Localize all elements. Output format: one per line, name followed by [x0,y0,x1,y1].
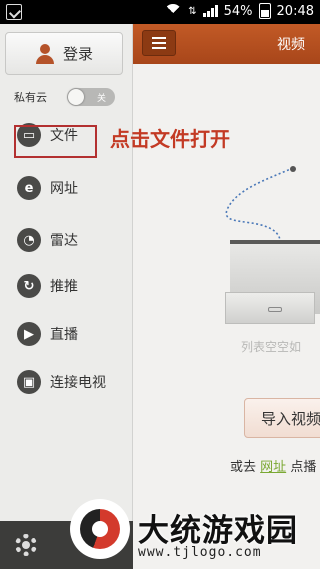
radar-icon: ◔ [17,228,41,252]
sidebar-item-live[interactable]: ▶ 直播 [0,314,133,354]
tutorial-annotation: 点击文件打开 [110,127,230,151]
push-icon: ↻ [17,274,41,298]
private-cloud-label: 私有云 [14,91,47,104]
import-video-label: 导入视频 [261,409,320,428]
toggle-knob [68,89,84,105]
watermark-url: www.tjlogo.com [138,545,262,560]
watermark-logo-icon [70,499,130,559]
wifi-icon [164,4,182,18]
status-bar-right: ⇅ 54% 20:48 [164,3,314,19]
sidebar-item-label: 连接电视 [50,375,106,391]
or-prefix: 或去 [230,460,257,475]
menu-button[interactable] [142,30,176,56]
sidebar-item-label: 直播 [50,327,78,343]
status-bar: ⇅ 54% 20:48 [0,0,320,24]
site-watermark: 大统游戏园 www.tjlogo.com [70,497,320,569]
or-suffix: 点播 [290,460,317,475]
sidebar-item-url[interactable]: e 网址 [0,168,133,208]
file-highlight-box [14,125,97,158]
watermark-name: 大统游戏园 [138,513,298,549]
main-panel: 视频 列表空空如 导入视频 或去 网址 点播 [133,24,320,569]
signal-icon [202,5,218,17]
sidebar-item-push[interactable]: ↻ 推推 [0,266,133,306]
private-cloud-row: 私有云 关 [14,86,124,108]
ie-icon: e [17,176,41,200]
live-icon: ▶ [17,322,41,346]
or-go-row: 或去 网址 点播 [230,456,316,475]
battery-icon [258,3,271,19]
tv-icon: ▣ [17,370,41,394]
import-video-button[interactable]: 导入视频 [244,398,320,438]
url-link[interactable]: 网址 [260,460,286,475]
user-icon [35,43,55,64]
sidebar: 登录 私有云 关 ▭ 文件 e 网址 ◔ 雷达 ↻ 推推 ▶ 直播 ▣ 连接电视 [0,24,133,569]
battery-percent: 54% [223,3,253,19]
empty-drawer-illustration [225,160,320,340]
drawer-front [225,292,315,324]
notification-icon [6,4,22,20]
gear-icon[interactable] [15,534,37,556]
login-button[interactable]: 登录 [5,32,123,75]
sidebar-item-label: 雷达 [50,233,78,249]
login-label: 登录 [62,45,93,63]
toggle-label: 关 [96,94,106,104]
sidebar-item-radar[interactable]: ◔ 雷达 [0,220,133,260]
sidebar-item-label: 网址 [50,181,78,197]
empty-list-text: 列表空空如 [241,340,302,354]
sidebar-item-label: 推推 [50,279,78,295]
sidebar-item-tv[interactable]: ▣ 连接电视 [0,362,133,402]
page-title: 视频 [277,37,305,53]
top-bar: 视频 [133,24,320,64]
sim-icon: ⇅ [188,5,197,17]
private-cloud-toggle[interactable]: 关 [67,88,115,106]
clock: 20:48 [276,3,314,19]
drawer-handle [268,307,282,312]
